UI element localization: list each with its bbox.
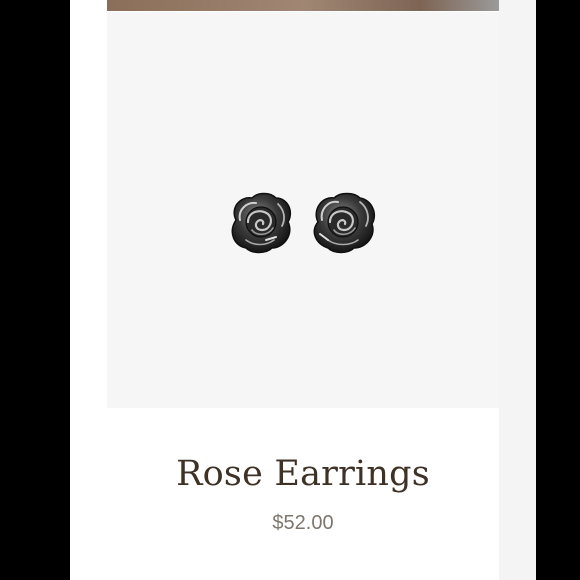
rose-earring-right-icon [313, 192, 376, 254]
product-price: $52.00 [272, 512, 334, 534]
product-title[interactable]: Rose Earrings [107, 454, 499, 494]
product-image[interactable] [107, 12, 499, 408]
rose-earring-left-icon [231, 192, 292, 254]
screenshot-frame: Rose Earrings $52.00 [0, 0, 580, 580]
scroll-gutter [499, 0, 536, 580]
previous-product-image-edge[interactable] [107, 0, 499, 11]
